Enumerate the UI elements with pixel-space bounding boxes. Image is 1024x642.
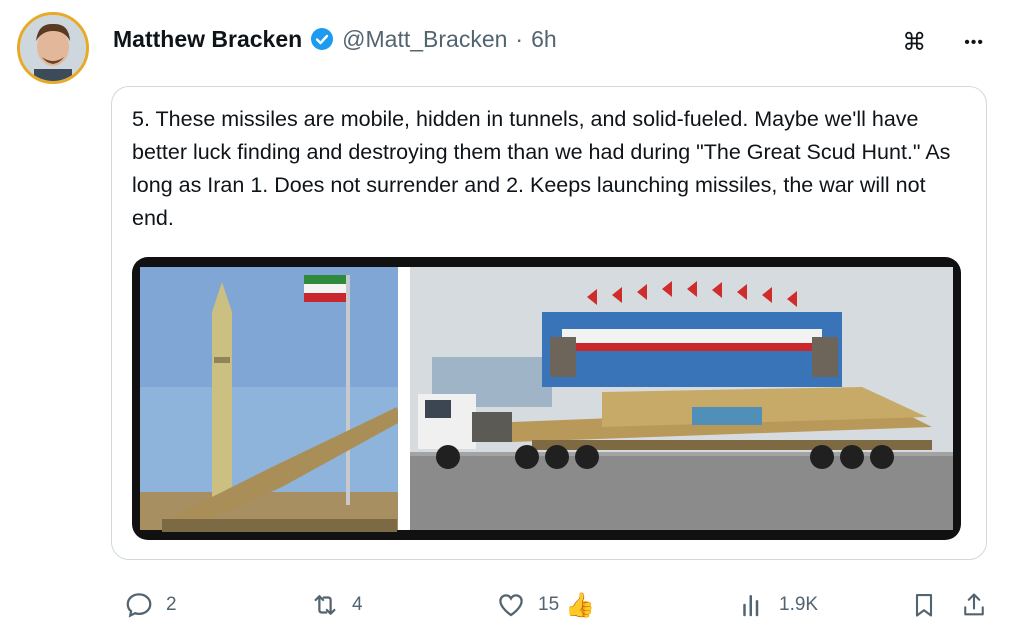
- post-time[interactable]: 6h: [531, 26, 557, 53]
- post-media[interactable]: [132, 257, 961, 540]
- repost-button[interactable]: 4: [310, 590, 363, 620]
- author-name[interactable]: Matthew Bracken: [113, 26, 302, 53]
- quoted-post-text: 5. These missiles are mobile, hidden in …: [132, 107, 951, 230]
- like-button[interactable]: 15 👍: [496, 590, 595, 620]
- reply-button[interactable]: 2: [124, 590, 177, 620]
- post-actions: 2 4 15 👍 1.9K: [0, 580, 1024, 630]
- share-button[interactable]: [960, 590, 988, 620]
- reply-count: 2: [166, 594, 177, 615]
- views-button[interactable]: 1.9K: [737, 590, 818, 620]
- reply-icon: [126, 593, 152, 618]
- author-handle[interactable]: @Matt_Bracken: [342, 26, 507, 53]
- repost-icon: [314, 595, 336, 615]
- missile-photos-image: [140, 267, 953, 532]
- avatar-image: [20, 15, 86, 81]
- post-header: Matthew Bracken @Matt_Bracken · 6h: [113, 22, 557, 56]
- separator-dot: ·: [515, 25, 524, 52]
- repost-count: 4: [352, 594, 363, 615]
- like-count: 15: [538, 594, 560, 615]
- bookmark-button[interactable]: [910, 590, 938, 620]
- views-count: 1.9K: [779, 594, 819, 615]
- share-icon: [964, 593, 984, 616]
- heart-icon: [499, 594, 523, 617]
- views-chart-icon: [743, 595, 759, 617]
- post-top-actions: ⌘ •••: [902, 28, 984, 57]
- thumbs-up-emoji: 👍: [565, 591, 596, 619]
- verified-badge-icon: [311, 28, 334, 50]
- grok-icon[interactable]: ⌘: [902, 28, 926, 57]
- author-avatar[interactable]: [17, 12, 89, 84]
- quoted-post[interactable]: 5. These missiles are mobile, hidden in …: [111, 86, 987, 560]
- bookmark-icon: [915, 594, 933, 617]
- more-options-icon[interactable]: •••: [964, 34, 984, 52]
